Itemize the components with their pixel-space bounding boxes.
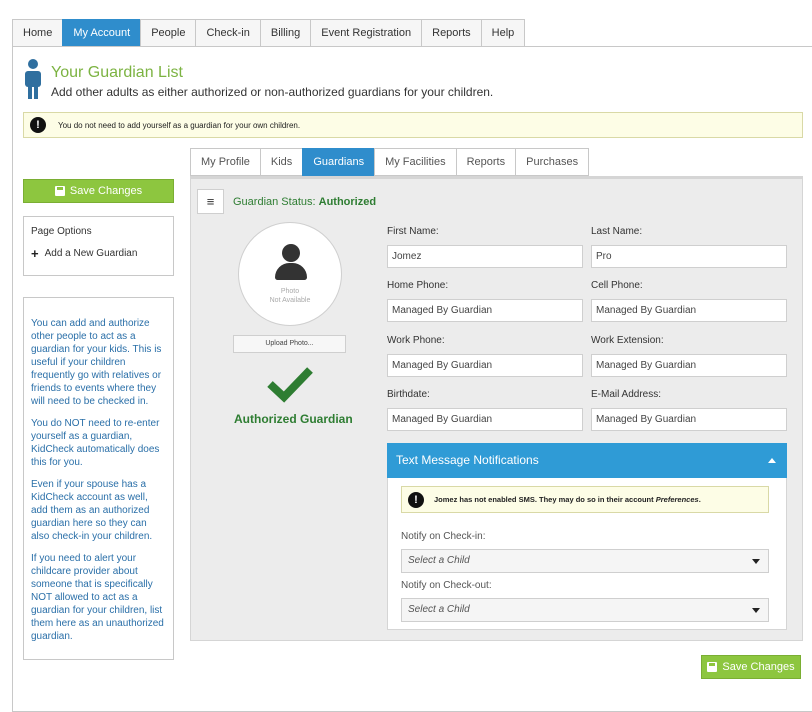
email-label: E-Mail Address: [591, 389, 662, 400]
add-new-guardian-label: Add a New Guardian [44, 248, 138, 259]
exclamation-icon: ! [30, 117, 46, 133]
first-name-label: First Name: [387, 226, 439, 237]
notify-checkout-value: Select a Child [408, 604, 470, 615]
preferences-link[interactable]: Preferences [656, 495, 699, 504]
upload-photo-button[interactable]: Upload Photo... [233, 335, 346, 353]
tab-guardians[interactable]: Guardians [302, 148, 375, 176]
cell-phone-input[interactable] [591, 299, 787, 322]
tab-purchases[interactable]: Purchases [515, 148, 590, 176]
page-options-title: Page Options [31, 226, 92, 237]
sms-alert-period: . [698, 495, 701, 504]
add-new-guardian-link[interactable]: + Add a New Guardian [31, 245, 166, 261]
first-name-input[interactable] [387, 245, 583, 268]
save-changes-button-top[interactable]: Save Changes [23, 179, 174, 203]
save-disk-icon [707, 662, 718, 672]
notify-checkout-label: Notify on Check-out: [401, 580, 492, 591]
page-title: Your Guardian List [51, 64, 183, 81]
birthdate-label: Birthdate: [387, 389, 430, 400]
photo-caption-na: Not Available [269, 297, 311, 304]
sms-alert: ! Jomez has not enabled SMS. They may do… [401, 486, 769, 513]
notify-checkin-label: Notify on Check-in: [401, 531, 486, 542]
checkmark-icon [267, 367, 313, 403]
collapse-caret-icon[interactable] [768, 458, 776, 463]
sms-alert-message: Jomez has not enabled SMS. They may do s… [434, 495, 654, 504]
tab-kids[interactable]: Kids [259, 148, 303, 176]
save-disk-icon [54, 186, 65, 196]
help-paragraph: Even if your spouse has a KidCheck accou… [31, 479, 153, 542]
notify-checkout-select[interactable]: Select a Child [401, 598, 769, 622]
help-paragraph: You can add and authorize other people t… [31, 318, 162, 407]
sms-alert-text: Jomez has not enabled SMS. They may do s… [434, 495, 701, 504]
work-phone-input[interactable] [387, 354, 583, 377]
exclamation-icon: ! [408, 491, 424, 508]
avatar-body-shape [275, 263, 307, 280]
plus-icon: + [31, 245, 39, 261]
last-name-input[interactable] [591, 245, 787, 268]
hamburger-icon: ≡ [206, 194, 215, 209]
guardian-status-value: Authorized [318, 196, 377, 208]
info-alert-text: You do not need to add yourself as a gua… [58, 120, 301, 130]
nav-tab-reports[interactable]: Reports [421, 19, 481, 47]
avatar-placeholder-icon [282, 244, 300, 262]
notify-checkin-value: Select a Child [408, 555, 470, 566]
nav-tab-help[interactable]: Help [480, 19, 526, 47]
page-options-panel: Page Options + Add a New Guardian [23, 216, 174, 276]
work-extension-input[interactable] [591, 354, 787, 377]
nav-tab-my-account[interactable]: My Account [62, 19, 141, 47]
birthdate-input[interactable] [387, 408, 583, 431]
authorized-guardian-label: Authorized Guardian [234, 412, 353, 426]
help-panel: You can add and authorize other people t… [23, 297, 174, 660]
nav-tab-people[interactable]: People [140, 19, 196, 47]
nav-tab-check-in[interactable]: Check-in [195, 19, 260, 47]
work-phone-label: Work Phone: [387, 335, 445, 346]
dropdown-arrow-icon [752, 608, 760, 613]
hamburger-menu-button[interactable]: ≡ [197, 189, 224, 214]
dropdown-arrow-icon [752, 559, 760, 564]
tab-reports[interactable]: Reports [455, 148, 516, 176]
help-paragraph: You do NOT need to re-enter yourself as … [31, 418, 160, 468]
top-nav: Home My Account People Check-in Billing … [12, 19, 526, 47]
email-input[interactable] [591, 408, 787, 431]
sms-panel-title: Text Message Notifications [396, 453, 539, 467]
home-phone-input[interactable] [387, 299, 583, 322]
last-name-label: Last Name: [591, 226, 643, 237]
cell-phone-label: Cell Phone: [591, 280, 643, 291]
guardian-status: Guardian Status: Authorized [233, 196, 376, 208]
page-subtitle: Add other adults as either authorized or… [51, 85, 494, 99]
save-changes-label: Save Changes [722, 661, 795, 673]
person-icon [25, 59, 41, 99]
photo-caption: Photo [280, 288, 300, 295]
nav-tab-billing[interactable]: Billing [259, 19, 311, 47]
tab-my-facilities[interactable]: My Facilities [374, 148, 456, 176]
guardian-status-label: Guardian Status: [233, 196, 316, 208]
work-extension-label: Work Extension: [591, 335, 664, 346]
info-alert: ! You do not need to add yourself as a g… [23, 112, 803, 138]
save-changes-label: Save Changes [69, 185, 143, 197]
sms-panel-header[interactable]: Text Message Notifications [387, 443, 787, 478]
help-paragraph: If you need to alert your childcare prov… [31, 553, 164, 642]
nav-tab-event-registration[interactable]: Event Registration [310, 19, 422, 47]
account-subtabs: My Profile Kids Guardians My Facilities … [190, 148, 590, 176]
tab-my-profile[interactable]: My Profile [190, 148, 260, 176]
nav-tab-home[interactable]: Home [12, 19, 63, 47]
guardian-photo: Photo Not Available [238, 222, 342, 326]
save-changes-button-bottom[interactable]: Save Changes [701, 655, 801, 679]
home-phone-label: Home Phone: [387, 280, 449, 291]
notify-checkin-select[interactable]: Select a Child [401, 549, 769, 573]
